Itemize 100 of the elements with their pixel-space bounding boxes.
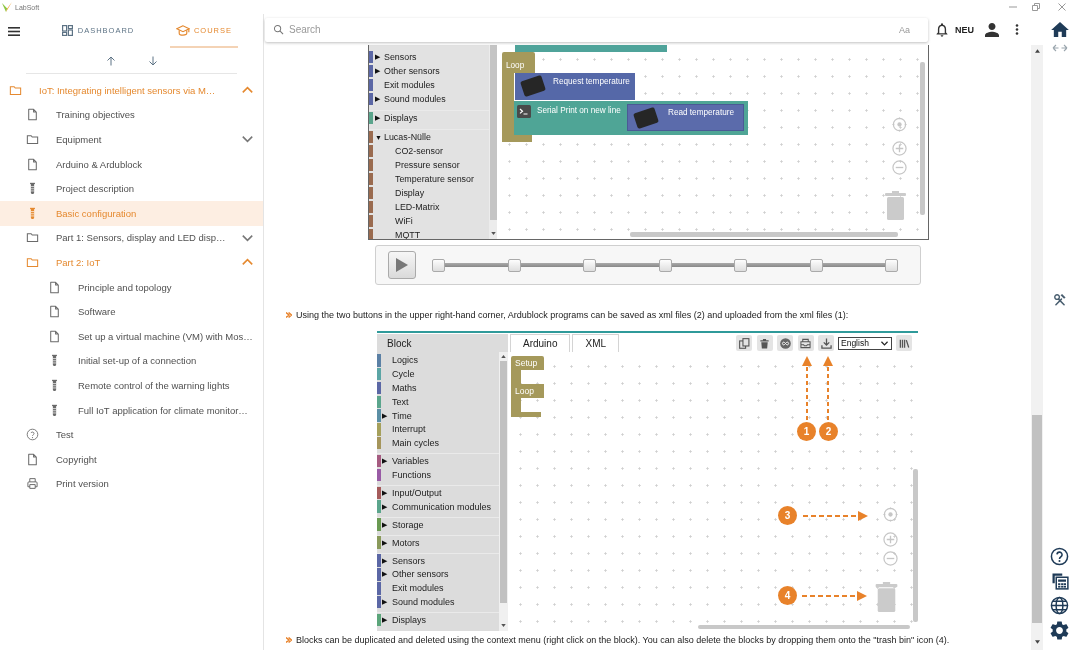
dashboard-icon	[61, 24, 73, 36]
app-logo-icon	[2, 2, 12, 12]
toolbar-button[interactable]	[896, 335, 912, 351]
bullet-arrow-icon	[286, 312, 292, 318]
step-marker[interactable]	[885, 258, 898, 272]
scroll-up-icon[interactable]	[1034, 49, 1040, 53]
palette-entry-label: WiFi	[395, 216, 413, 226]
home-icon[interactable]	[1050, 22, 1069, 37]
new-button[interactable]: NEU	[955, 24, 974, 35]
scroll-down-icon[interactable]	[1034, 640, 1040, 644]
category-label: Lucas-Nülle	[384, 132, 431, 142]
zoom-in-icon	[883, 532, 898, 547]
zoom-out-icon	[892, 160, 907, 175]
trash-icon	[875, 582, 898, 612]
chevron-up-icon[interactable]	[242, 258, 253, 267]
category-label: Sensors	[392, 555, 426, 566]
scroll-down-icon	[501, 624, 506, 627]
editor-tab[interactable]: Arduino	[510, 334, 571, 352]
palette-entry-label: LED-Matrix	[395, 202, 440, 212]
restore-icon[interactable]	[1032, 3, 1040, 11]
module-photo	[633, 107, 659, 129]
tree-item[interactable]: Print version	[0, 471, 263, 497]
document-icon	[26, 157, 39, 171]
trash-icon	[759, 337, 770, 349]
category-label: Variables	[392, 456, 429, 467]
tree-item[interactable]: Copyright	[0, 446, 263, 472]
dashed-arrow	[802, 356, 812, 420]
tree-item[interactable]: Training objectives	[0, 102, 263, 128]
download-icon	[820, 337, 832, 349]
palette-entry-label: Display	[395, 188, 425, 198]
recenter-icon	[883, 507, 898, 522]
language-select[interactable]: English	[838, 336, 892, 350]
category-label: Maths	[392, 383, 417, 393]
calculator-icon[interactable]	[1050, 572, 1069, 590]
palette-header: Block	[377, 334, 508, 352]
caret-icon	[881, 340, 888, 346]
tree-item[interactable]: Remote control of the warning lights	[0, 373, 263, 398]
scrollbar-thumb[interactable]	[1032, 415, 1042, 623]
step-marker[interactable]	[583, 258, 596, 272]
user-icon[interactable]	[985, 22, 999, 37]
step-marker[interactable]	[658, 258, 672, 272]
category-label: Text	[392, 396, 409, 407]
tree-item[interactable]: Equipment	[0, 127, 263, 152]
menu-icon[interactable]	[8, 26, 20, 36]
copy-icon	[738, 337, 750, 349]
tree-item[interactable]: Initial set-up of a connection	[0, 348, 263, 374]
more-icon[interactable]	[1015, 24, 1019, 35]
tree-item[interactable]: Full IoT application for climate monitor…	[0, 397, 263, 423]
chevron-down-icon[interactable]	[242, 233, 253, 242]
recenter-icon	[892, 117, 907, 132]
tree-item[interactable]: Principle and topology	[0, 274, 263, 300]
toolbar-button[interactable]	[818, 335, 834, 351]
tools-icon[interactable]	[1052, 293, 1067, 307]
play-button[interactable]	[388, 251, 416, 279]
settings-icon[interactable]	[1050, 621, 1069, 640]
category-label: Sound modules	[392, 597, 455, 608]
callout-number: 2	[819, 422, 838, 441]
folder-icon	[26, 133, 39, 146]
step-marker[interactable]	[432, 258, 445, 272]
category-label: Exit modules	[384, 80, 435, 90]
infinity-icon	[779, 337, 791, 349]
arrow-down-icon[interactable]	[146, 54, 159, 67]
palette-entry-label: MQTT	[395, 230, 421, 239]
chevron-up-icon[interactable]	[242, 86, 253, 95]
tree-item[interactable]: Part 1: Sensors, display and LED disp…	[0, 225, 263, 251]
category-label: Other sensors	[384, 66, 440, 76]
tree-item[interactable]: Project description	[0, 176, 263, 201]
callout-number: 3	[778, 506, 797, 525]
block-label: Request temperature	[553, 77, 630, 87]
graduation-cap-icon	[175, 24, 190, 36]
toolbar-button[interactable]	[797, 335, 814, 351]
close-icon[interactable]	[1058, 3, 1066, 11]
toolbar-button[interactable]	[756, 335, 773, 351]
category-label: Exit modules	[392, 583, 444, 594]
category-label: Sensors	[384, 52, 417, 62]
left-right-arrows-icon[interactable]	[1051, 44, 1068, 52]
toolbar-button[interactable]	[736, 335, 752, 351]
trash-icon	[885, 191, 906, 220]
folder-icon	[9, 83, 22, 97]
globe-icon[interactable]	[1050, 596, 1069, 615]
editor-tab[interactable]: XML	[572, 334, 620, 352]
tree-item[interactable]: Test	[0, 422, 263, 447]
toolbar-button[interactable]	[777, 335, 793, 351]
category-label: Input/Output	[392, 487, 442, 498]
help-icon[interactable]	[1050, 547, 1069, 566]
folder-icon	[26, 231, 39, 245]
step-marker[interactable]	[734, 258, 747, 272]
chevron-down-icon[interactable]	[242, 135, 253, 144]
tree-item[interactable]: Set up a virtual machine (VM) with Mos…	[0, 323, 263, 349]
search-icon	[273, 24, 284, 35]
help-circle-icon	[26, 428, 39, 442]
instruction-text: Blocks can be duplicated and deleted using the context menu (right click on the block). You can also delete the blocks by dropping them onto the "trash bin" icon (4).	[296, 635, 950, 645]
tree-item[interactable]: Arduino & Ardublock	[0, 151, 263, 177]
category-label: Time	[392, 410, 412, 421]
document-icon	[26, 452, 39, 466]
step-marker[interactable]	[507, 258, 521, 272]
palette-entry-label: CO2-sensor	[395, 146, 443, 156]
step-marker[interactable]	[809, 258, 823, 272]
bell-icon[interactable]	[936, 22, 948, 37]
tree-item[interactable]: Software	[0, 299, 263, 324]
